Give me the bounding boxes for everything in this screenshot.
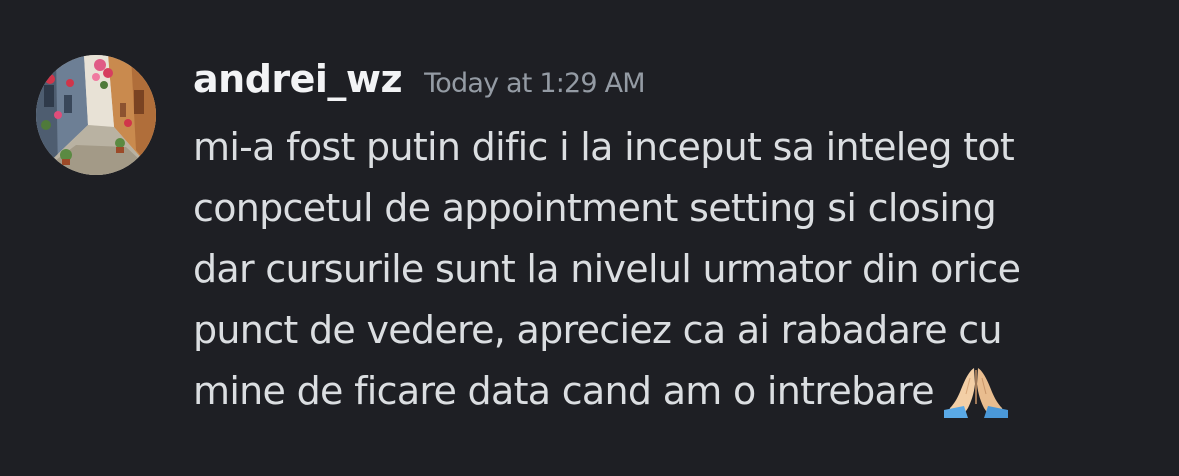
message-header: andrei_wz Today at 1:29 AM xyxy=(193,54,646,104)
message-text-line: mine de ficare data cand am o intrebare xyxy=(193,369,935,413)
chat-message: andrei_wz Today at 1:29 AM mi-a fost puti… xyxy=(0,0,1179,476)
message-text-line: dar cursurile sunt la nivelul urmator di… xyxy=(193,247,1021,291)
message-text-line: conpcetul de appointment setting si clos… xyxy=(193,186,997,230)
avatar-street-photo-icon xyxy=(36,55,156,175)
message-timestamp: Today at 1:29 AM xyxy=(424,68,645,99)
message-text-last-line: mine de ficare data cand am o intrebare xyxy=(193,361,1153,422)
message-content: mi-a fost putin dific i la inceput sa in… xyxy=(193,117,1153,422)
folded-hands-emoji-icon[interactable] xyxy=(943,364,1008,418)
message-text-line: mi-a fost putin dific i la inceput sa in… xyxy=(193,125,1015,169)
user-avatar[interactable] xyxy=(36,55,156,175)
message-text-line: punct de vedere, apreciez ca ai rabadare… xyxy=(193,308,1003,352)
username[interactable]: andrei_wz xyxy=(193,54,403,104)
